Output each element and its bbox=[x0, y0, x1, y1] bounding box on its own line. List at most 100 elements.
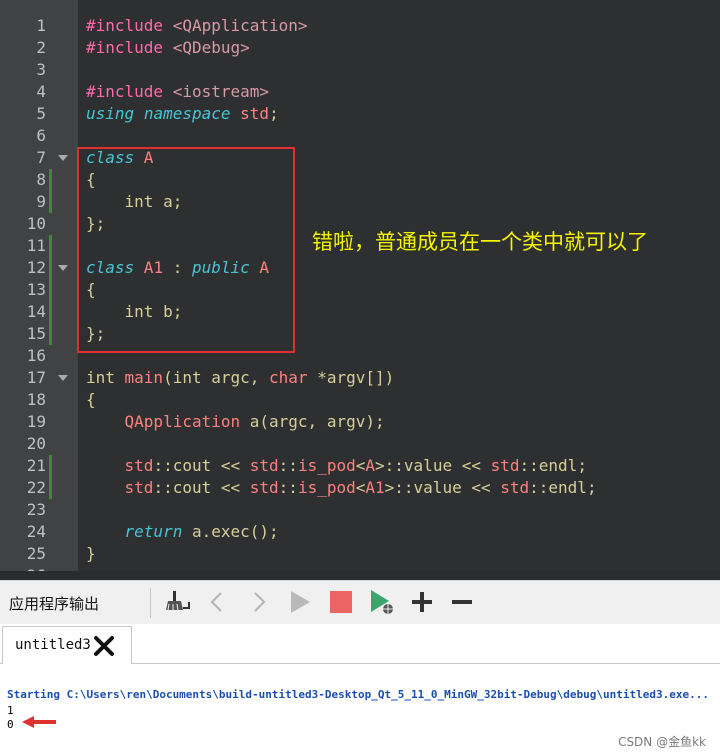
code-token: namespace bbox=[143, 104, 231, 123]
tab-untitled3[interactable]: untitled3 bbox=[2, 626, 132, 664]
code-line: 5 using namespace std; bbox=[0, 103, 720, 125]
annotation-text: 错啦，普通成员在一个类中就可以了 bbox=[312, 230, 648, 254]
code-text: int main(int argc, char *argv[]) bbox=[86, 367, 394, 389]
line-number: 16 bbox=[26, 346, 46, 365]
code-token: std bbox=[124, 478, 154, 497]
code-line: 22 std::cout << std::is_pod<A1>::value <… bbox=[0, 477, 720, 499]
code-token: std bbox=[490, 456, 520, 475]
code-line: 20 bbox=[0, 433, 720, 455]
next-item-button[interactable] bbox=[242, 586, 274, 618]
fold-arrow-icon[interactable] bbox=[58, 375, 68, 381]
code-token: ::endl; bbox=[519, 456, 587, 475]
line-number: 18 bbox=[26, 390, 46, 409]
red-arrow-icon bbox=[22, 716, 56, 728]
code-token: std bbox=[124, 456, 154, 475]
line-number: 4 bbox=[36, 82, 46, 101]
change-marker bbox=[49, 257, 52, 279]
code-line: 6 bbox=[0, 125, 720, 147]
code-token: } bbox=[86, 544, 96, 563]
code-token: int bbox=[86, 368, 125, 387]
code-token: #include bbox=[86, 16, 173, 35]
attach-debugger-button[interactable] bbox=[366, 586, 398, 618]
line-number: 11 bbox=[26, 236, 46, 255]
code-token: ::cout << bbox=[153, 478, 250, 497]
code-token: ; bbox=[269, 104, 279, 123]
line-number: 22 bbox=[26, 478, 46, 497]
fold-arrow-icon[interactable] bbox=[58, 155, 68, 161]
output-value-1: 1 bbox=[7, 704, 14, 717]
code-line: 18 { bbox=[0, 389, 720, 411]
code-text: { bbox=[86, 389, 96, 411]
code-token: #include bbox=[86, 82, 173, 101]
code-token: :: bbox=[278, 456, 298, 475]
code-editor[interactable]: 1 #include <QApplication> 2 #include <QDebu… bbox=[0, 0, 720, 580]
change-marker bbox=[49, 455, 52, 477]
increase-font-button[interactable] bbox=[406, 586, 438, 618]
line-number: 15 bbox=[26, 324, 46, 343]
code-token: a(argc, argv); bbox=[240, 412, 385, 431]
line-number: 12 bbox=[26, 258, 46, 277]
code-token: >::value << bbox=[384, 478, 501, 497]
code-token: std bbox=[240, 104, 270, 123]
change-marker bbox=[49, 279, 52, 301]
decrease-font-button[interactable] bbox=[446, 586, 478, 618]
code-text: } bbox=[86, 543, 96, 565]
watermark: CSDN @金鱼kk bbox=[618, 735, 706, 749]
line-number: 23 bbox=[26, 500, 46, 519]
clear-output-button[interactable] bbox=[162, 586, 194, 618]
code-token: is_pod bbox=[297, 456, 356, 475]
line-number: 7 bbox=[36, 148, 46, 167]
code-token: < bbox=[355, 456, 366, 475]
code-text: std::cout << std::is_pod<A>::value << st… bbox=[86, 455, 587, 477]
code-text: std::cout << std::is_pod<A1>::value << s… bbox=[86, 477, 597, 499]
stop-button[interactable] bbox=[325, 586, 357, 618]
previous-item-button[interactable] bbox=[202, 586, 234, 618]
code-token: using bbox=[86, 104, 135, 123]
line-number: 20 bbox=[26, 434, 46, 453]
code-line: 23 bbox=[0, 499, 720, 521]
line-number: 2 bbox=[36, 38, 46, 57]
change-marker bbox=[49, 477, 52, 499]
tab-label: untitled3 bbox=[15, 637, 91, 653]
line-number: 6 bbox=[36, 126, 46, 145]
line-number: 17 bbox=[26, 368, 46, 387]
line-number: 3 bbox=[36, 60, 46, 79]
editor-bottom-edge bbox=[0, 571, 720, 580]
fold-arrow-icon[interactable] bbox=[58, 265, 68, 271]
code-token: <QDebug> bbox=[172, 38, 250, 57]
rerun-button[interactable] bbox=[284, 586, 316, 618]
code-line: 3 bbox=[0, 59, 720, 81]
code-line: 2 #include <QDebug> bbox=[0, 37, 720, 59]
code-text: #include <iostream> bbox=[86, 81, 269, 103]
code-token: >::value << bbox=[375, 456, 491, 475]
output-pane-title: 应用程序输出 bbox=[9, 595, 100, 613]
change-marker bbox=[49, 169, 52, 191]
code-token: ::cout << bbox=[153, 456, 250, 475]
code-token: A bbox=[365, 456, 376, 475]
code-token: return bbox=[124, 522, 183, 541]
close-icon[interactable] bbox=[93, 635, 115, 657]
change-marker bbox=[49, 191, 52, 213]
code-line: 17 int main(int argc, char *argv[]) bbox=[0, 367, 720, 389]
debug-play-icon bbox=[371, 590, 393, 614]
code-text: QApplication a(argc, argv); bbox=[86, 411, 385, 433]
output-tab-strip: untitled3 bbox=[0, 624, 720, 664]
code-token: a.exec(); bbox=[182, 522, 279, 541]
code-token: #include bbox=[86, 38, 173, 57]
code-token: std bbox=[249, 456, 279, 475]
chevron-left-icon bbox=[210, 592, 222, 612]
code-line: 1 #include <QApplication> bbox=[0, 15, 720, 37]
broom-icon bbox=[166, 591, 190, 611]
code-token: < bbox=[355, 478, 366, 497]
line-number: 24 bbox=[26, 522, 46, 541]
code-line: 21 std::cout << std::is_pod<A>::value <<… bbox=[0, 455, 720, 477]
code-text: #include <QDebug> bbox=[86, 37, 250, 59]
plus-icon bbox=[412, 592, 432, 612]
code-text: return a.exec(); bbox=[86, 521, 279, 543]
change-marker bbox=[49, 301, 52, 323]
line-number: 8 bbox=[36, 170, 46, 189]
code-token: (int argc, bbox=[163, 368, 270, 387]
application-output[interactable]: Starting C:\Users\ren\Documents\build-un… bbox=[0, 664, 720, 756]
